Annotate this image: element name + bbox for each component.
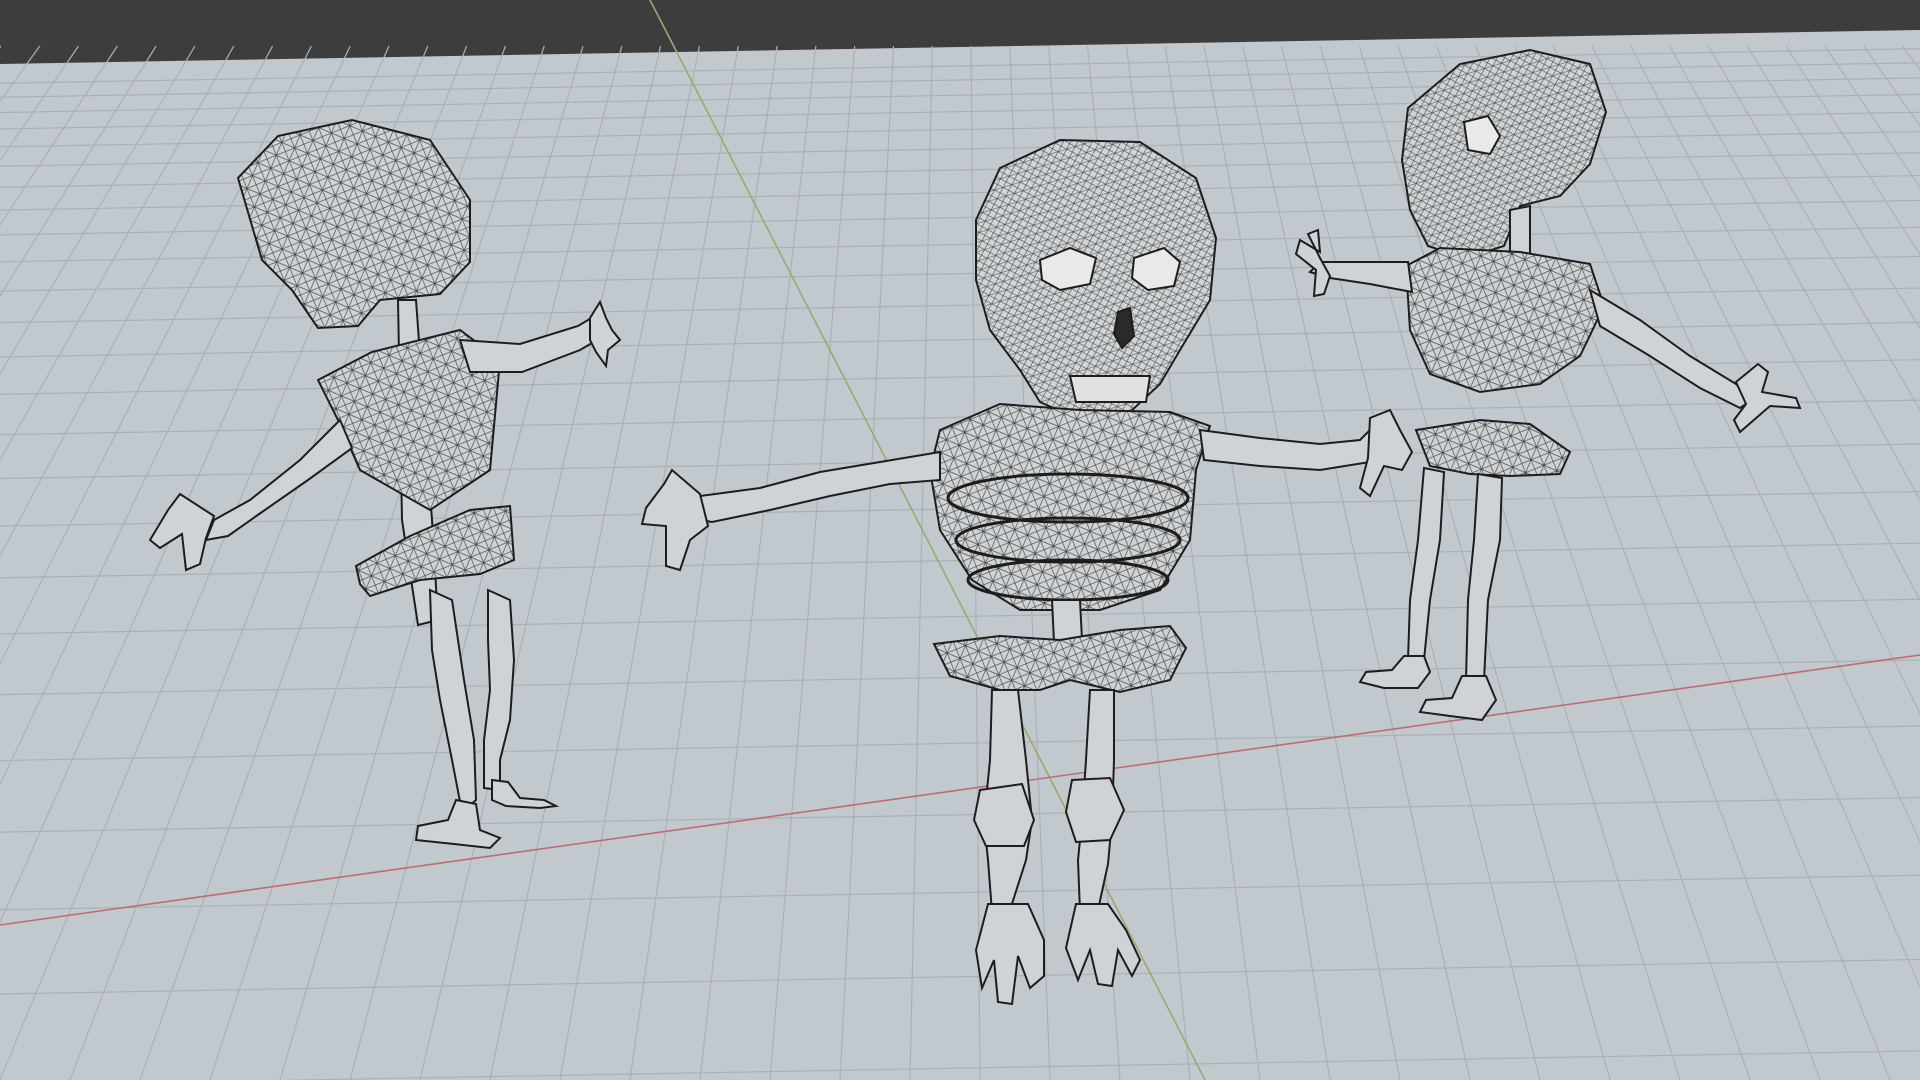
left-knee [972, 782, 1036, 847]
3d-viewport[interactable] [0, 0, 1920, 1080]
teeth [1068, 375, 1152, 403]
viewport-canvas[interactable] [0, 0, 1920, 1080]
lower-spine [1050, 599, 1084, 644]
